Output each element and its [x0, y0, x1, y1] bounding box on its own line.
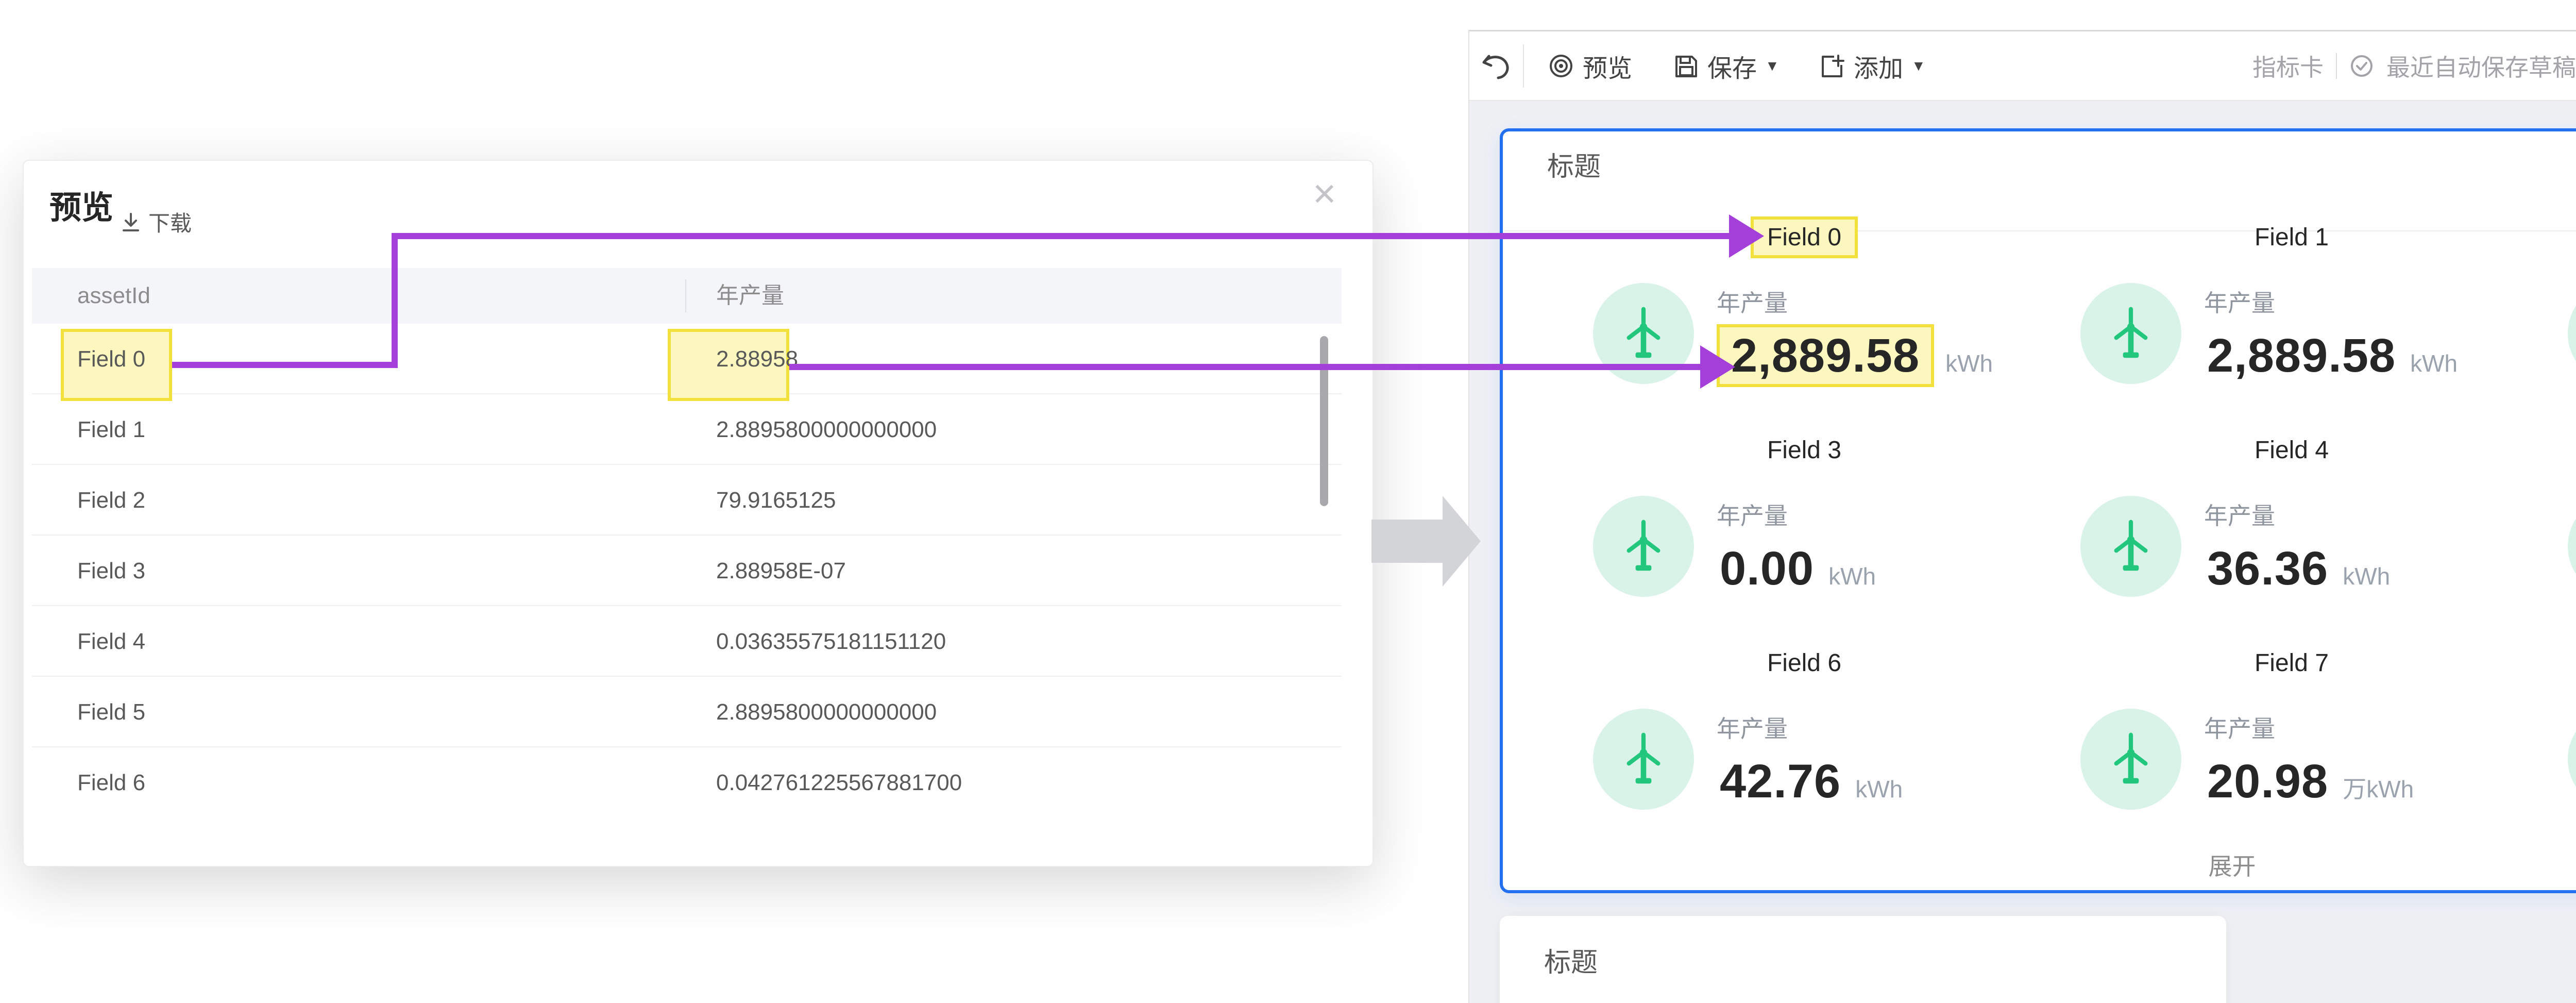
preview-eye-icon — [1548, 53, 1574, 79]
second-widget[interactable]: 标题 — [1500, 916, 2226, 1003]
table-row: Field 1 2.8895800000000000 — [32, 394, 1342, 465]
column-divider — [685, 279, 686, 312]
toolbar-document-status: 指标卡 最近自动保存草稿 15:29 — [2154, 31, 2576, 100]
table-row: Field 2 79.9165125 — [32, 465, 1342, 536]
wind-turbine-icon — [2568, 496, 2576, 597]
table-header: assetId 年产量 — [32, 268, 1342, 324]
table-row: Field 6 0.042761225567881700 — [32, 747, 1342, 818]
download-label: 下载 — [148, 206, 192, 238]
metric-value: 42.76 — [1717, 755, 1844, 809]
metric-value: 2,889.58 — [2204, 329, 2399, 383]
metric-card-widget[interactable]: 标题 Field 0 年产量 2,889.58kWh Field 1 年产量 2… — [1500, 128, 2576, 893]
column-header-assetid: assetId — [77, 268, 150, 324]
autosave-status: 最近自动保存草稿 15:29 — [2386, 49, 2576, 83]
metric-label: 年产量 — [2204, 710, 2414, 744]
status-divider — [2336, 53, 2337, 79]
save-icon — [1672, 53, 1699, 79]
undo-button[interactable] — [1480, 49, 1513, 82]
preview-button[interactable]: 预览 — [1548, 31, 1632, 100]
wind-turbine-icon — [2080, 496, 2181, 597]
close-icon[interactable]: × — [1313, 173, 1336, 213]
save-caret-icon: ▼ — [1765, 58, 1780, 74]
wind-turbine-icon — [2568, 709, 2576, 810]
save-button[interactable]: 保存 ▼ — [1672, 31, 1780, 100]
metric-card-field-1: Field 1 年产量 2,889.58 kWh — [1993, 217, 2480, 430]
toolbar-divider — [1523, 44, 1524, 88]
wind-turbine-icon — [1593, 709, 1694, 810]
transform-arrow-head — [1443, 496, 1481, 587]
connector-value-arrowhead — [1700, 345, 1735, 389]
card-field-name: Field 7 — [2147, 649, 2436, 677]
screenshot-root: 预览 保存 ▼ 添加 ▼ 指标卡 最近自动保存草稿 15:29 响应模式: 网页 — [0, 0, 2576, 1003]
add-icon — [1819, 53, 1845, 79]
preview-button-label: 预览 — [1583, 48, 1632, 84]
metric-label: 年产量 — [1717, 285, 1993, 319]
connector-field0-horizontal — [392, 233, 1731, 239]
wind-turbine-icon — [2080, 283, 2181, 384]
table-row: Field 3 2.88958E-07 — [32, 536, 1342, 606]
connector-value-segment — [789, 364, 1702, 370]
document-title: 指标卡 — [2252, 49, 2324, 83]
save-button-label: 保存 — [1707, 48, 1757, 84]
table-scrollbar[interactable] — [1320, 336, 1328, 506]
autosave-check-icon — [2349, 54, 2374, 78]
connector-field0-segment — [172, 362, 398, 368]
metric-label: 年产量 — [1717, 710, 1903, 744]
wind-turbine-icon — [2568, 283, 2576, 384]
metric-unit: kWh — [1855, 775, 1903, 803]
metric-value: 36.36 — [2204, 542, 2331, 596]
download-icon — [120, 211, 142, 233]
table-row: Field 4 0.03635575181151120 — [32, 606, 1342, 677]
expand-link[interactable]: 展开 — [1503, 848, 2576, 882]
add-button-label: 添加 — [1854, 48, 1903, 84]
card-field-name: Field 1 — [2147, 223, 2436, 252]
wind-turbine-icon — [2080, 709, 2181, 810]
metric-unit: 万kWh — [2343, 771, 2414, 805]
metric-card-field-5: Field 5 年产量 2,889.58kWh — [2480, 430, 2576, 643]
metric-value: 2,889.58 — [1717, 329, 1934, 383]
transform-arrow-icon — [1371, 520, 1444, 563]
metric-label: 年产量 — [1717, 497, 1876, 531]
add-caret-icon: ▼ — [1911, 58, 1926, 74]
metric-unit: kWh — [2343, 562, 2390, 590]
metric-card-field-8: Field 8 年产量 9.68万kWh — [2480, 643, 2576, 856]
metric-card-field-2: Field 2 年产量 7.99万kWh — [2480, 217, 2576, 430]
widget-title: 标题 — [1547, 145, 1601, 183]
card-field-name: Field 6 — [1660, 649, 1948, 677]
metric-label: 年产量 — [2204, 497, 2390, 531]
column-header-yield: 年产量 — [716, 268, 784, 324]
card-field-name: Field 4 — [2147, 436, 2436, 464]
metric-value: 20.98 — [2204, 755, 2331, 809]
metric-unit: kWh — [1945, 349, 1993, 377]
metric-card-field-3: Field 3 年产量 0.00 kWh — [1505, 430, 1993, 643]
wind-turbine-icon — [1593, 496, 1694, 597]
metric-value: 0.00 — [1717, 542, 1817, 596]
card-field-name: Field 3 — [1660, 436, 1948, 464]
metric-unit: kWh — [1828, 562, 1876, 590]
metric-card-field-4: Field 4 年产量 36.36 kWh — [1993, 430, 2480, 643]
metric-card-field-6: Field 6 年产量 42.76 kWh — [1505, 643, 1993, 856]
metric-card-field-7: Field 7 年产量 20.98 万kWh — [1993, 643, 2480, 856]
second-widget-title: 标题 — [1544, 941, 1598, 979]
connector-field0-arrowhead — [1729, 214, 1764, 258]
download-link[interactable]: 下载 — [120, 206, 192, 238]
metric-unit: kWh — [2410, 349, 2458, 377]
preview-dialog-title: 预览 — [49, 181, 113, 228]
table-row: Field 5 2.8895800000000000 — [32, 677, 1342, 747]
add-button[interactable]: 添加 ▼ — [1819, 31, 1926, 100]
connector-field0-vertical — [392, 233, 398, 368]
metric-label: 年产量 — [2204, 285, 2458, 319]
